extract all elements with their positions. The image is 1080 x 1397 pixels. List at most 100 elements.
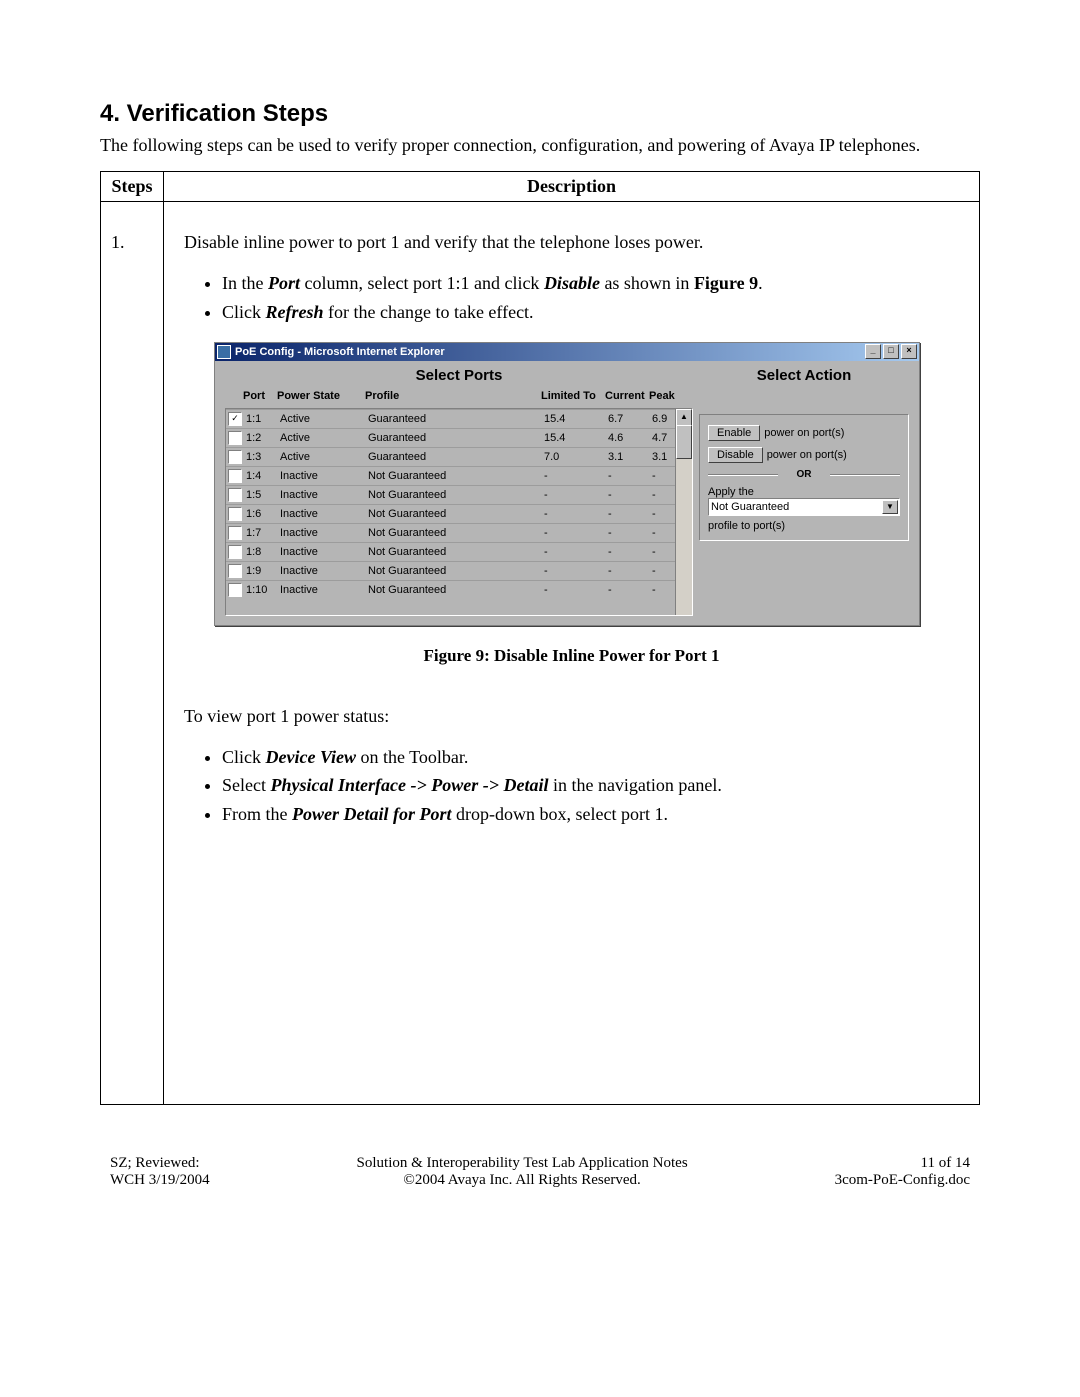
footer-right: 11 of 14 3com-PoE-Config.doc [835,1155,970,1189]
cell-current: - [608,527,652,539]
port-checkbox[interactable] [228,450,242,464]
cell-state: Active [280,432,368,444]
intro-text: The following steps can be used to verif… [100,134,980,157]
cell-profile: Not Guaranteed [368,584,544,596]
cell-limited: - [544,508,608,520]
bullet-4: Select Physical Interface -> Power -> De… [222,773,959,797]
port-checkbox[interactable]: ✓ [228,412,242,426]
step-number: 1. [101,202,164,1104]
cell-limited: 15.4 [544,432,608,444]
close-button[interactable]: × [901,344,917,359]
cell-profile: Not Guaranteed [368,546,544,558]
select-action-title: Select Action [699,367,909,384]
scroll-up-icon[interactable]: ▲ [676,409,692,426]
cell-profile: Guaranteed [368,413,544,425]
cell-port: 1:5 [246,489,280,501]
cell-limited: - [544,546,608,558]
port-checkbox[interactable] [228,488,242,502]
or-divider: OR [708,469,900,480]
port-headers: Port Power State Profile Limited To Curr… [225,388,693,408]
port-checkbox[interactable] [228,564,242,578]
port-checkbox[interactable] [228,469,242,483]
disable-button[interactable]: Disable [708,447,763,463]
table-row: 1:2ActiveGuaranteed15.44.64.7 [226,428,692,447]
step-intro: Disable inline power to port 1 and verif… [184,232,959,253]
port-table: ✓1:1ActiveGuaranteed15.46.76.91:2ActiveG… [225,408,693,616]
port-checkbox[interactable] [228,545,242,559]
ie-icon [217,345,231,359]
cell-state: Inactive [280,489,368,501]
maximize-button[interactable]: □ [883,344,899,359]
figure-caption: Figure 9: Disable Inline Power for Port … [184,646,959,666]
bullet-1: In the Port column, select port 1:1 and … [222,271,959,295]
cell-profile: Not Guaranteed [368,489,544,501]
cell-limited: 7.0 [544,451,608,463]
apply-the-label: Apply the [708,486,900,498]
port-checkbox[interactable] [228,507,242,521]
cell-current: - [608,565,652,577]
cell-port: 1:1 [246,413,280,425]
footer-left: SZ; Reviewed: WCH 3/19/2004 [110,1155,210,1189]
cell-state: Inactive [280,508,368,520]
minimize-button[interactable]: _ [865,344,881,359]
cell-port: 1:10 [246,584,280,596]
cell-profile: Not Guaranteed [368,527,544,539]
enable-button[interactable]: Enable [708,425,760,441]
table-row: 1:10InactiveNot Guaranteed--- [226,580,692,599]
action-panel: Enable power on port(s) Disable power on… [699,414,909,541]
table-row: 1:3ActiveGuaranteed7.03.13.1 [226,447,692,466]
cell-port: 1:4 [246,470,280,482]
section-heading: 4. Verification Steps [100,100,980,128]
port-checkbox[interactable] [228,583,242,597]
table-row: 1:9InactiveNot Guaranteed--- [226,561,692,580]
table-row: 1:8InactiveNot Guaranteed--- [226,542,692,561]
ie-window: PoE Config - Microsoft Internet Explorer… [214,342,920,626]
th-steps: Steps [101,172,164,202]
power-on-ports-label-2: power on port(s) [767,449,847,461]
cell-current: - [608,546,652,558]
footer-center: Solution & Interoperability Test Lab App… [357,1155,688,1189]
th-description: Description [164,172,980,202]
cell-state: Inactive [280,546,368,558]
steps-table: Steps Description 1. Disable inline powe… [100,171,980,1104]
profile-select[interactable]: Not Guaranteed ▼ [708,498,900,516]
window-title: PoE Config - Microsoft Internet Explorer [235,346,445,358]
after-figure-text: To view port 1 power status: [184,706,959,727]
cell-limited: - [544,470,608,482]
profile-to-ports-label: profile to port(s) [708,520,900,532]
cell-current: 4.6 [608,432,652,444]
table-row: ✓1:1ActiveGuaranteed15.46.76.9 [226,409,692,428]
cell-port: 1:3 [246,451,280,463]
titlebar: PoE Config - Microsoft Internet Explorer… [215,343,919,361]
cell-current: - [608,470,652,482]
cell-state: Inactive [280,470,368,482]
power-on-ports-label: power on port(s) [764,427,844,439]
cell-current: 6.7 [608,413,652,425]
bullet-5: From the Power Detail for Port drop-down… [222,802,959,826]
scroll-thumb[interactable] [676,425,692,459]
bullet-3: Click Device View on the Toolbar. [222,745,959,769]
cell-profile: Guaranteed [368,432,544,444]
cell-current: - [608,584,652,596]
table-row: 1:4InactiveNot Guaranteed--- [226,466,692,485]
port-checkbox[interactable] [228,526,242,540]
cell-limited: - [544,565,608,577]
cell-limited: 15.4 [544,413,608,425]
port-checkbox[interactable] [228,431,242,445]
cell-profile: Not Guaranteed [368,565,544,577]
step-description: Disable inline power to port 1 and verif… [164,202,980,1104]
table-row: 1:7InactiveNot Guaranteed--- [226,523,692,542]
cell-state: Inactive [280,584,368,596]
select-ports-title: Select Ports [225,367,693,384]
cell-limited: - [544,584,608,596]
scrollbar[interactable]: ▲ [675,409,692,615]
cell-limited: - [544,489,608,501]
page-footer: SZ; Reviewed: WCH 3/19/2004 Solution & I… [100,1155,980,1189]
chevron-down-icon[interactable]: ▼ [882,500,898,514]
cell-state: Inactive [280,565,368,577]
cell-profile: Not Guaranteed [368,508,544,520]
cell-port: 1:8 [246,546,280,558]
cell-state: Active [280,413,368,425]
cell-current: - [608,508,652,520]
table-row: 1:6InactiveNot Guaranteed--- [226,504,692,523]
